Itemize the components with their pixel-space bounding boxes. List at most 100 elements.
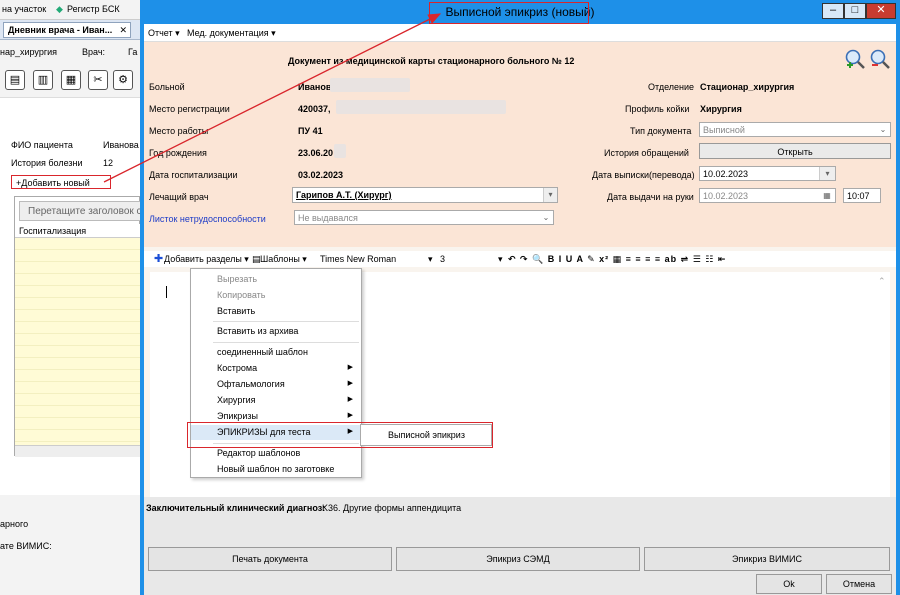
ctx-cut[interactable]: Вырезать [191, 272, 361, 287]
font-size-select[interactable]: 3 [440, 254, 445, 264]
dialog-button-bar: Печать документа Эпикриз СЭМД Эпикриз ВИ… [144, 547, 896, 595]
diagnosis-section: Заключительный клинический диагноз: K36.… [144, 497, 896, 547]
discharge-date-label: Дата выписки(перевода) [592, 170, 695, 180]
attending-doctor-field[interactable]: Гарипов А.Т. (Хирург) ▾ [292, 187, 558, 203]
document-type-label: Тип документа [630, 126, 692, 136]
grid-horizontal-scrollbar[interactable] [15, 445, 141, 457]
redacted-area [334, 144, 346, 158]
menu-med-docs[interactable]: Мед. документация ▾ [187, 28, 276, 39]
workplace-label: Место работы [149, 126, 209, 136]
registration-label: Место регистрации [149, 104, 230, 114]
zoom-out-icon[interactable] [869, 48, 891, 70]
close-button[interactable]: ✕ [866, 3, 896, 19]
settings-icon[interactable]: ⚙ [113, 70, 133, 90]
ctx-paste-archive[interactable]: Вставить из архива [191, 324, 361, 339]
ctx-paste[interactable]: Вставить [191, 304, 361, 319]
document-header: Документ из медицинской карты стационарн… [288, 56, 575, 66]
diagnosis-value: K36. Другие формы аппендицита [322, 503, 462, 513]
background-top-bar: на участок ◆ Регистр БСК [0, 0, 140, 20]
document-type-select[interactable]: Выписной ⌄ [699, 122, 891, 137]
font-dropdown-arrow[interactable]: ▾ [428, 254, 433, 265]
ctx-ophthalmology-label: Офтальмология [217, 379, 285, 389]
redacted-area [336, 100, 506, 114]
scroll-up-icon[interactable]: ⌃ [878, 276, 886, 287]
attending-doctor-value: Гарипов А.Т. (Хирург) [296, 190, 392, 200]
add-sections-button[interactable]: Добавить разделы ▾ [164, 254, 249, 265]
document-icon[interactable]: ▤ [5, 70, 25, 90]
ctx-kostroma[interactable]: Кострома ▶ [191, 361, 361, 376]
bg-department-text: нар_хирургия [0, 47, 58, 57]
open-history-button[interactable]: Открыть [699, 143, 891, 159]
document-form: Документ из медицинской карты стационарн… [144, 42, 896, 247]
background-tab-strip: Дневник врача - Иван... ✕ [0, 20, 140, 40]
calendar-icon[interactable]: ▦ [819, 189, 835, 202]
minimize-button[interactable]: – [822, 3, 844, 19]
bg-history-label: История болезни [11, 158, 83, 168]
document-icon[interactable]: ▥ [33, 70, 53, 90]
department-label: Отделение [648, 82, 695, 92]
redacted-area [330, 78, 410, 92]
birth-year-label: Год рождения [149, 148, 207, 158]
background-bottom-panel: арного ате ВИМИС: [0, 495, 140, 595]
title-highlight-box [429, 2, 589, 24]
admission-date-label: Дата госпитализации [149, 170, 238, 180]
semd-epicrisis-button[interactable]: Эпикриз СЭМД [396, 547, 640, 571]
issue-time-value: 10:07 [847, 191, 870, 201]
ok-button[interactable]: Ok [756, 574, 822, 594]
bed-profile-value: Хирургия [700, 104, 742, 114]
menu-report[interactable]: Отчет ▾ [148, 28, 180, 39]
grid-column-header[interactable]: Госпитализация [15, 224, 141, 238]
bed-profile-label: Профиль койки [625, 104, 690, 114]
ctx-joined-template[interactable]: соединенный шаблон [191, 345, 361, 360]
cancel-button[interactable]: Отмена [826, 574, 892, 594]
add-icon: ✚ [154, 253, 164, 265]
ctx-separator [213, 342, 359, 343]
ctx-template-editor[interactable]: Редактор шаблонов [191, 446, 361, 461]
vertical-scrollbar[interactable]: ⌃ ⌄ [876, 276, 888, 506]
highlight-box [187, 422, 493, 448]
sick-leave-link[interactable]: Листок нетрудоспособности [149, 214, 266, 224]
issue-time-field[interactable]: 10:07 [843, 188, 881, 203]
ctx-new-template[interactable]: Новый шаблон по заготовке [191, 462, 361, 477]
ctx-copy[interactable]: Копировать [191, 288, 361, 303]
background-tab[interactable]: Дневник врача - Иван... ✕ [3, 22, 131, 38]
print-document-button[interactable]: Печать документа [148, 547, 392, 571]
bg-bottom-label-2: ате ВИМИС: [0, 541, 52, 551]
sick-leave-select[interactable]: Не выдавался ⌄ [294, 210, 554, 225]
dropdown-icon[interactable]: ▾ [543, 188, 557, 202]
scissors-icon[interactable]: ✂ [88, 70, 108, 90]
document-icon[interactable]: ▦ [61, 70, 81, 90]
bg-patient-label: ФИО пациента [11, 140, 73, 150]
templates-button[interactable]: Шаблоны ▾ [260, 254, 307, 265]
sick-leave-value: Не выдавался [298, 213, 358, 223]
bg-doctor-label: Врач: [82, 47, 106, 57]
ctx-surgery[interactable]: Хирургия ▶ [191, 393, 361, 408]
vimis-epicrisis-button[interactable]: Эпикриз ВИМИС [644, 547, 890, 571]
submenu-arrow-icon: ▶ [347, 412, 353, 419]
maximize-button[interactable]: □ [844, 3, 866, 19]
bg-top-item-uchastok[interactable]: на участок [2, 4, 46, 14]
size-dropdown-arrow[interactable]: ▾ [498, 254, 503, 265]
ctx-ophthalmology[interactable]: Офтальмология ▶ [191, 377, 361, 392]
tab-close-icon[interactable]: ✕ [119, 25, 127, 36]
registration-value: 420037, [298, 104, 331, 114]
issue-date-field[interactable]: 10.02.2023 ▦ [699, 188, 836, 203]
background-tab-label: Дневник врача - Иван... [8, 25, 113, 35]
bg-bottom-label-1: арного [0, 519, 29, 529]
dropdown-icon[interactable]: ▾ [819, 167, 835, 180]
background-filter-row: нар_хирургия Врач: Га [0, 40, 140, 62]
discharge-date-field[interactable]: 10.02.2023 ▾ [699, 166, 836, 181]
visit-history-label: История обращений [604, 148, 689, 158]
attending-doctor-label: Лечащий врач [149, 192, 209, 202]
editor-toolbar: ✚ Добавить разделы ▾ ▤ Шаблоны ▾ Times N… [144, 251, 896, 267]
font-name-select[interactable]: Times New Roman [320, 254, 396, 264]
chevron-down-icon: ⌄ [542, 213, 550, 222]
formatting-buttons[interactable]: ↶ ↷ 🔍 B I U A ✎ x² ▦ ≡ ≡ ≡ ≡ ab ⇌ ☰ ☷ ⇤ [508, 254, 726, 265]
patient-label: Больной [149, 82, 185, 92]
zoom-in-icon[interactable] [844, 48, 866, 70]
bg-top-item-registr[interactable]: Регистр БСК [67, 4, 120, 14]
bg-patient-value: Иванова [103, 140, 139, 150]
issue-date-value: 10.02.2023 [703, 191, 749, 201]
workplace-value: ПУ 41 [298, 126, 323, 136]
issue-date-label: Дата выдачи на руки [607, 192, 694, 202]
